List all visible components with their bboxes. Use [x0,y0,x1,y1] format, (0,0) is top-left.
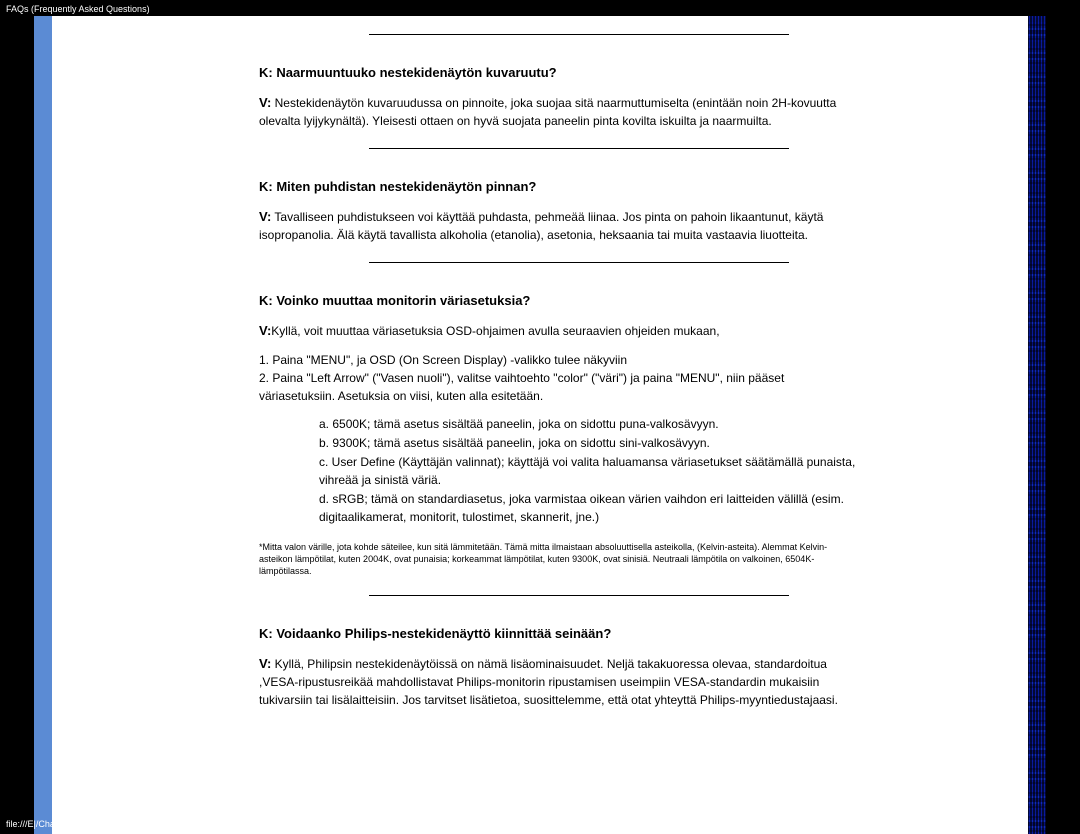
document-sheet: K: Naarmuuntuuko nestekidenäytön kuvaruu… [34,16,1046,834]
q-text: Naarmuuntuuko nestekidenäytön kuvaruutu? [273,65,557,80]
faq-question: K: Miten puhdistan nestekidenäytön pinna… [259,179,859,194]
sub-item: c. User Define (Käyttäjän valinnat); käy… [319,453,859,490]
sub-item: b. 9300K; tämä asetus sisältää paneelin,… [319,434,859,453]
left-accent-bar [34,16,52,834]
step-item: 2. Paina "Left Arrow" ("Vasen nuoli"), v… [259,369,859,405]
faq-steps: 1. Paina "MENU", ja OSD (On Screen Displ… [259,351,859,405]
footer-path: file:///E|/Change/Philips/221E CD MANUAL… [6,817,530,830]
a-text: Kyllä, voit muuttaa väriasetuksia OSD-oh… [271,324,719,338]
a-label: V: [259,656,271,671]
q-label: K: [259,179,273,194]
a-label: V: [259,209,271,224]
divider [369,148,789,149]
divider [369,34,789,35]
q-text: Miten puhdistan nestekidenäytön pinnan? [273,179,537,194]
a-label: V: [259,323,271,338]
a-text: Kyllä, Philipsin nestekidenäytöissä on n… [259,657,838,706]
faq-answer: V: Kyllä, Philipsin nestekidenäytöissä o… [259,655,859,709]
a-text: Tavalliseen puhdistukseen voi käyttää pu… [259,210,823,242]
faq-question: K: Naarmuuntuuko nestekidenäytön kuvaruu… [259,65,859,80]
a-label: V: [259,95,271,110]
sub-item: d. sRGB; tämä on standardiasetus, joka v… [319,490,859,527]
q-text: Voinko muuttaa monitorin väriasetuksia? [273,293,531,308]
right-decorative-strip [1028,16,1046,834]
content-area: K: Naarmuuntuuko nestekidenäytön kuvaruu… [299,16,859,717]
faq-answer: V:Kyllä, voit muuttaa väriasetuksia OSD-… [259,322,859,341]
divider [369,262,789,263]
step-item: 1. Paina "MENU", ja OSD (On Screen Displ… [259,351,859,369]
faq-footnote: *Mitta valon värille, jota kohde säteile… [259,541,859,577]
faq-question: K: Voidaanko Philips-nestekidenäyttö kii… [259,626,859,641]
q-label: K: [259,65,273,80]
faq-sublist: a. 6500K; tämä asetus sisältää paneelin,… [319,415,859,527]
q-label: K: [259,293,273,308]
a-text: Nestekidenäytön kuvaruudussa on pinnoite… [259,96,836,128]
faq-answer: V: Nestekidenäytön kuvaruudussa on pinno… [259,94,859,130]
q-label: K: [259,626,273,641]
sub-item: a. 6500K; tämä asetus sisältää paneelin,… [319,415,859,434]
faq-question: K: Voinko muuttaa monitorin väriasetuksi… [259,293,859,308]
divider [369,595,789,596]
page-root: FAQs (Frequently Asked Questions) K: Naa… [0,0,1080,834]
faq-answer: V: Tavalliseen puhdistukseen voi käyttää… [259,208,859,244]
q-text: Voidaanko Philips-nestekidenäyttö kiinni… [273,626,612,641]
